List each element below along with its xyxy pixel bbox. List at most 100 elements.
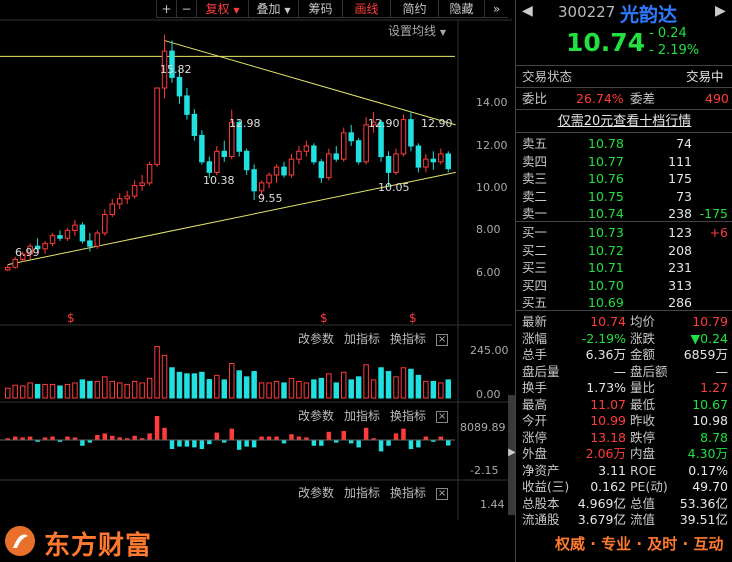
stat-label: 昨收 (630, 413, 656, 428)
candle-body (124, 195, 130, 200)
stat-value: — (715, 363, 729, 379)
macd-bar (446, 440, 451, 446)
volume-bar (131, 380, 138, 399)
candle-body (116, 198, 123, 205)
level-volume: 208 (668, 242, 692, 258)
level-volume: 231 (668, 260, 692, 276)
huaxian-button[interactable]: 画线 (342, 0, 390, 18)
close-icon[interactable]: × (436, 410, 449, 423)
macd-bar (416, 440, 421, 448)
close-icon[interactable]: × (436, 333, 449, 346)
nav-next-icon[interactable]: ▶ (715, 3, 726, 19)
stat-value: 3.679亿 (577, 512, 626, 527)
switch-indicator-button[interactable]: 换指标 (390, 486, 426, 500)
ask-row[interactable]: 卖五 10.78 74 (516, 135, 732, 152)
stat-value: 4.30万 (687, 446, 728, 461)
last-price: 10.74 (566, 28, 646, 57)
stat-label: 涨停 (522, 429, 548, 445)
zoom-in-button[interactable]: + (156, 0, 176, 18)
macd-bar (266, 436, 272, 440)
chouma-button[interactable]: 筹码 (298, 0, 342, 18)
bid-row[interactable]: 买一 10.73 123 +6 (516, 224, 732, 241)
promo-link[interactable]: 仅需20元查看十档行情 (558, 114, 692, 129)
change-params-button[interactable]: 改参数 (298, 332, 334, 346)
ask-row[interactable]: 卖三 10.76 175 (516, 170, 732, 187)
volume-bar (340, 371, 347, 399)
ask-row[interactable]: 卖二 10.75 73 (516, 188, 732, 205)
candle-body (176, 76, 183, 97)
divider (516, 310, 732, 311)
price-annotation: 12.90 (421, 117, 453, 130)
stat-label: 金额 (630, 347, 656, 362)
stats-row: 盘后量 — 盘后额 — (516, 363, 732, 380)
status-value: 交易中 (686, 69, 724, 84)
add-indicator-button[interactable]: 加指标 (344, 332, 380, 346)
bid-row[interactable]: 买五 10.69 286 (516, 294, 732, 311)
low-annotation: 6.99 (15, 246, 40, 259)
change-params-button[interactable]: 改参数 (298, 486, 334, 500)
jianyue-button[interactable]: 简约 (390, 0, 438, 18)
diejia-dropdown[interactable]: 叠加 ▼ (248, 0, 298, 18)
yincang-button[interactable]: 隐藏 (438, 0, 484, 18)
level-price: 10.75 (588, 188, 624, 204)
price-annotation: 10.38 (203, 174, 235, 187)
chart-area[interactable]: + − 复权 ▼ 叠加 ▼ 筹码 画线 简约 隐藏 » 设置均线 ▼ 14.00… (0, 0, 512, 562)
ask-row[interactable]: 卖一 10.74 238 -175 (516, 205, 732, 222)
candle-body (408, 119, 414, 147)
volume-bar (169, 367, 175, 399)
more-arrow-icon[interactable]: » (484, 0, 508, 18)
macd-bar (348, 440, 354, 444)
level-change: -175 (699, 206, 728, 222)
candle-body (438, 153, 444, 163)
add-indicator-button[interactable]: 加指标 (344, 409, 380, 423)
level-volume: 286 (668, 295, 692, 311)
s-marker: $ (320, 311, 328, 325)
macd-bar (341, 431, 346, 440)
level-volume: 73 (676, 188, 692, 204)
volume-bar (303, 382, 310, 399)
candle-body (326, 153, 332, 179)
volume-bar (363, 364, 369, 399)
volume-bar (72, 382, 78, 399)
macd-bar (102, 433, 108, 440)
stat-label: 最新 (522, 314, 548, 329)
level-volume: 238 (668, 206, 692, 222)
zoom-out-button[interactable]: − (176, 0, 196, 18)
weicha-value: 490 (705, 91, 729, 106)
volume-bar (266, 382, 272, 399)
stats-row: 收益(三) 0.162 PE(动) 49.70 (516, 478, 732, 495)
level-price: 10.69 (588, 295, 624, 311)
fuquan-label: 复权 (205, 2, 230, 16)
switch-indicator-button[interactable]: 换指标 (390, 332, 426, 346)
macd-bar (378, 440, 384, 452)
candle-body (445, 153, 452, 170)
change-params-button[interactable]: 改参数 (298, 409, 334, 423)
volume-bar (49, 383, 56, 399)
level-label: 买二 (522, 242, 548, 258)
nav-prev-icon[interactable]: ◀ (522, 3, 533, 19)
bid-row[interactable]: 买四 10.70 313 (516, 277, 732, 294)
fuquan-dropdown[interactable]: 复权 ▼ (196, 0, 248, 18)
app-root: + − 复权 ▼ 叠加 ▼ 筹码 画线 简约 隐藏 » 设置均线 ▼ 14.00… (0, 0, 732, 562)
level-price: 10.76 (588, 171, 624, 187)
stat-label: 跌停 (630, 429, 656, 445)
kline-chart[interactable] (0, 0, 512, 520)
bid-row[interactable]: 买二 10.72 208 (516, 242, 732, 259)
level-label: 买四 (522, 277, 548, 293)
volume-bar (400, 367, 407, 399)
close-icon[interactable]: × (436, 487, 449, 500)
stat-label: 均价 (630, 314, 656, 329)
volume-bar (64, 383, 71, 399)
volume-tick: 245.00 (470, 344, 509, 357)
candle-body (184, 95, 190, 115)
add-indicator-button[interactable]: 加指标 (344, 486, 380, 500)
upper-trendline (164, 40, 456, 126)
stat-value: 10.67 (692, 396, 728, 412)
switch-indicator-button[interactable]: 换指标 (390, 409, 426, 423)
candle-body (4, 267, 11, 271)
bid-row[interactable]: 买三 10.71 231 (516, 259, 732, 276)
macd-bar (289, 434, 294, 440)
ask-row[interactable]: 卖四 10.77 111 (516, 153, 732, 170)
ma-setting-button[interactable]: 设置均线 ▼ (388, 22, 446, 39)
candle-body (214, 150, 220, 173)
